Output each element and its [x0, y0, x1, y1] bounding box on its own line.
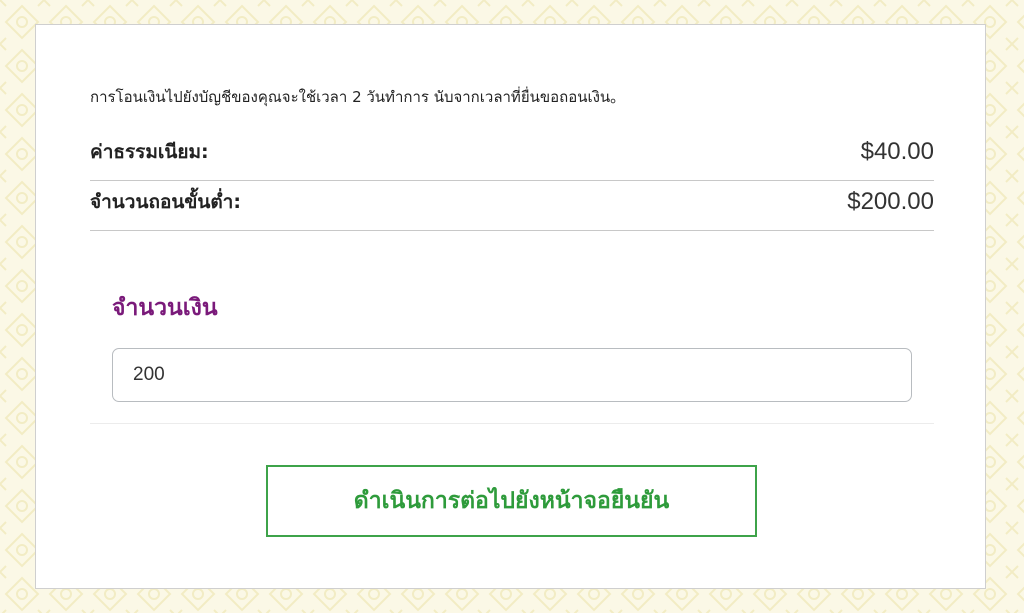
divider — [90, 423, 934, 424]
fee-row: ค่าธรรมเนียม: $40.00 — [90, 132, 934, 181]
transfer-info-text: การโอนเงินไปยังบัญชีของคุณจะใช้เวลา 2 วั… — [90, 88, 626, 106]
minimum-withdrawal-label: จำนวนถอนขั้นต่ำ: — [90, 191, 241, 213]
continue-to-confirmation-button[interactable]: ดำเนินการต่อไปยังหน้าจอยืนยัน — [266, 465, 757, 537]
withdrawal-card: การโอนเงินไปยังบัญชีของคุณจะใช้เวลา 2 วั… — [35, 24, 986, 589]
minimum-withdrawal-value: $200.00 — [847, 188, 934, 215]
minimum-withdrawal-row: จำนวนถอนขั้นต่ำ: $200.00 — [90, 182, 934, 231]
fee-label: ค่าธรรมเนียม: — [90, 141, 209, 163]
amount-label: จำนวนเงิน — [112, 295, 218, 321]
amount-input[interactable] — [112, 348, 912, 402]
fee-value: $40.00 — [860, 138, 934, 165]
